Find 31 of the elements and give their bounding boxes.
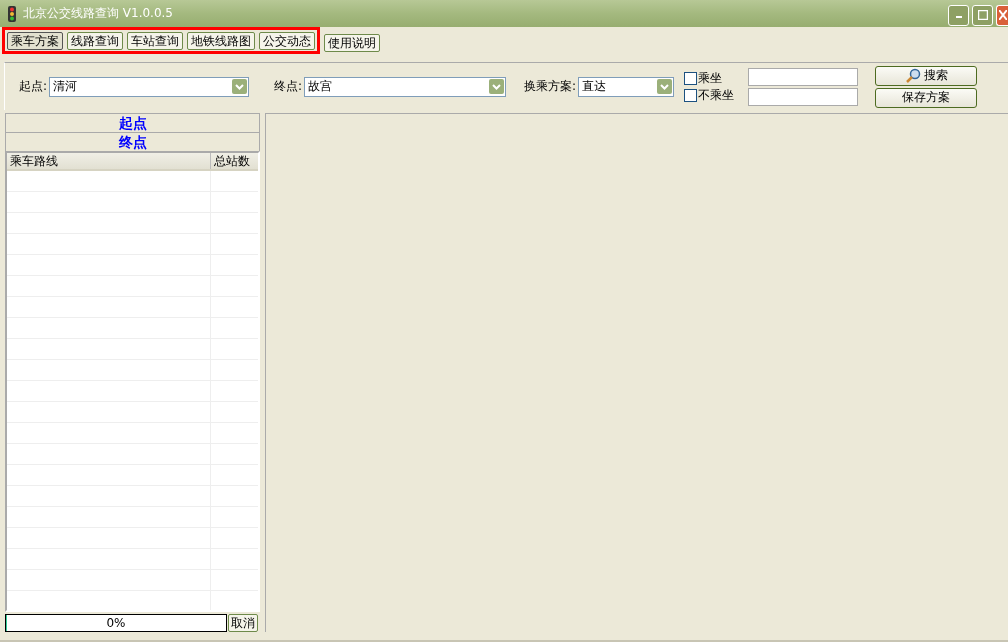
close-icon (998, 10, 1007, 20)
tab[interactable]: 车站查询 (127, 31, 183, 50)
traffic-light-icon (6, 5, 18, 22)
tab[interactable]: 使用说明 (324, 34, 380, 52)
tab[interactable]: 乘车方案 (7, 31, 63, 50)
checkbox[interactable]: 乘坐 (684, 70, 735, 86)
checkbox[interactable]: 不乘坐 (684, 87, 735, 103)
cancel-button[interactable]: 取消 (228, 614, 258, 632)
start-heading: 起点 (5, 113, 260, 132)
save-button[interactable]: 保存方案 (875, 87, 978, 108)
column-header[interactable]: 总站数 (211, 153, 250, 169)
column-header[interactable]: 乘车路线 (7, 153, 211, 169)
start-dropdown[interactable]: 清河 (49, 76, 250, 97)
tab[interactable]: 公交动态 (259, 31, 315, 50)
maximize-button[interactable] (972, 4, 993, 26)
transfer-dropdown[interactable]: 直达 (578, 76, 675, 97)
window-title: 北京公交线路查询 V1.0.0.5 (23, 5, 173, 22)
tab[interactable]: 线路查询 (67, 31, 123, 50)
end-dropdown[interactable]: 故宫 (304, 76, 507, 97)
close-button[interactable] (996, 4, 1008, 26)
maximize-icon (977, 10, 988, 20)
input-field[interactable] (748, 87, 859, 106)
search-icon (904, 67, 921, 84)
start-label: 起点: (19, 78, 48, 95)
minimize-button[interactable] (948, 4, 969, 26)
end-label: 终点: (274, 78, 303, 95)
progress-reading: 0% (105, 615, 127, 631)
search-button[interactable]: 搜索 (875, 65, 978, 86)
transfer-label: 换乘方案: (524, 78, 577, 95)
input-field[interactable] (748, 67, 859, 86)
tab[interactable]: 地铁线路图 (187, 31, 255, 50)
